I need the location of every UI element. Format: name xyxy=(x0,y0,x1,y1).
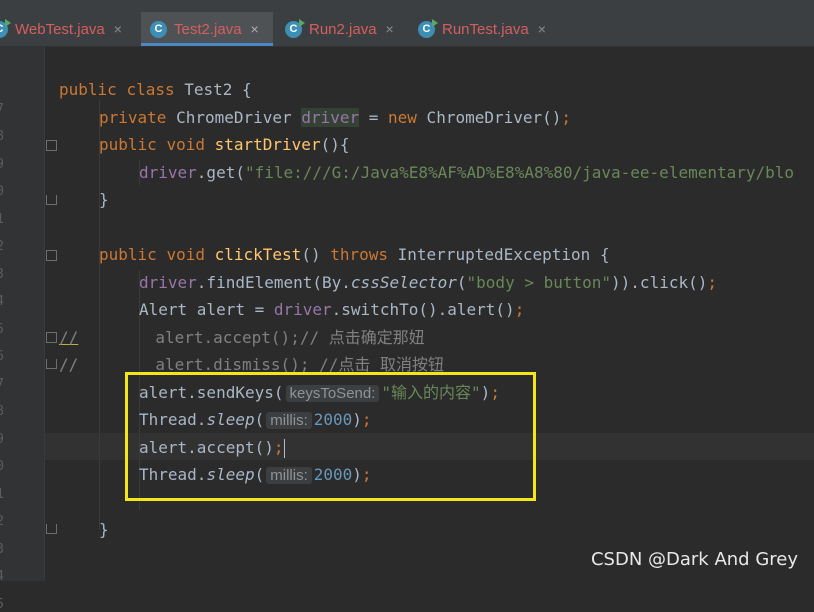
fold-icon[interactable] xyxy=(46,332,57,343)
comment-text: alert.accept();// 点击确定那妞 xyxy=(78,328,425,347)
close-icon[interactable]: × xyxy=(251,21,259,37)
code-line-get[interactable]: driver.get("file:///G:/Java%E8%AF%AD%E8%… xyxy=(139,159,794,186)
keyword: public xyxy=(99,245,157,264)
line-number: 9 xyxy=(0,432,4,447)
fold-end-icon[interactable] xyxy=(46,359,57,369)
line-number: 8 xyxy=(0,129,4,144)
code-line-field[interactable]: private ChromeDriver driver = new Chrome… xyxy=(99,104,571,131)
line-number: 2 xyxy=(0,514,4,529)
string-literal: "body > button" xyxy=(466,273,612,292)
code-text: .get( xyxy=(196,163,245,182)
line-number: 4 xyxy=(0,294,4,309)
gutter-separator xyxy=(44,47,45,581)
code-text: .switchTo().alert() xyxy=(331,300,515,319)
field-ref: driver xyxy=(273,300,332,319)
fold-icon[interactable] xyxy=(46,140,57,151)
close-icon[interactable]: × xyxy=(114,21,122,37)
tab-label: WebTest.java xyxy=(15,20,105,38)
field-ref: driver xyxy=(139,273,197,292)
line-number: 3 xyxy=(0,542,4,557)
code-text: InterruptedException { xyxy=(388,245,610,264)
tab-run2[interactable]: C Run2.java × xyxy=(276,12,406,46)
line-number: 6 xyxy=(0,349,4,364)
tab-label: Test2.java xyxy=(174,20,242,38)
field-ref: driver xyxy=(139,163,197,182)
code-text: ChromeDriver() xyxy=(416,108,562,127)
comment-marker: // xyxy=(59,328,79,347)
line-number: 7 xyxy=(0,377,4,392)
code-text: () xyxy=(301,245,331,264)
code-text: Alert alert = xyxy=(139,300,274,319)
line-number: 2 xyxy=(0,239,4,254)
code-text: (){ xyxy=(320,135,350,154)
run-class-icon: C xyxy=(285,18,305,38)
line-number: 5 xyxy=(0,597,4,612)
code-text: { xyxy=(232,80,252,99)
code-text: } xyxy=(99,190,109,209)
class-icon: C xyxy=(150,20,167,38)
class-name: Test2 xyxy=(184,80,233,99)
line-number: 8 xyxy=(0,404,4,419)
line-number-gutter: 7 8 9 0 1 2 3 4 5 6 7 8 9 0 1 2 3 4 5 xyxy=(0,47,44,612)
keyword: void xyxy=(166,245,205,264)
keyword: private xyxy=(99,108,167,127)
code-line-method2[interactable]: public void clickTest() throws Interrupt… xyxy=(99,241,610,268)
line-number: 3 xyxy=(0,267,4,282)
tab-webtest[interactable]: C WebTest.java × xyxy=(0,12,137,46)
fold-icon[interactable] xyxy=(46,250,57,261)
code-line-close[interactable]: } xyxy=(99,186,109,213)
tab-test2[interactable]: C Test2.java × xyxy=(141,12,273,46)
tab-label: RunTest.java xyxy=(442,20,529,38)
code-text: } xyxy=(99,520,109,539)
type-name: ChromeDriver xyxy=(176,108,292,127)
code-line-alert[interactable]: Alert alert = driver.switchTo().alert(); xyxy=(139,296,524,323)
highlight-box xyxy=(125,372,536,501)
code-line-close[interactable]: } xyxy=(99,516,109,543)
indent-guide xyxy=(99,100,100,530)
keyword: class xyxy=(126,80,175,99)
code-text: = xyxy=(359,108,389,127)
comment-marker: // xyxy=(59,355,79,374)
line-number: 0 xyxy=(0,459,4,474)
line-number: 0 xyxy=(0,184,4,199)
keyword: throws xyxy=(330,245,389,264)
method-name: clickTest xyxy=(214,245,302,264)
close-icon[interactable]: × xyxy=(538,21,546,37)
line-number: 1 xyxy=(0,212,4,227)
fold-end-icon[interactable] xyxy=(46,195,57,205)
run-class-icon: C xyxy=(418,18,438,38)
line-number: 1 xyxy=(0,487,4,502)
keyword: new xyxy=(388,108,417,127)
code-line-find[interactable]: driver.findElement(By.cssSelector("body … xyxy=(139,269,717,296)
line-number: 4 xyxy=(0,569,4,584)
close-icon[interactable]: × xyxy=(386,21,394,37)
string-literal: "file:///G:/Java%E8%AF%AD%E8%A8%80/java-… xyxy=(244,163,795,182)
code-text: .findElement(By. xyxy=(196,273,351,292)
window-top-strip xyxy=(0,0,814,12)
run-class-icon: C xyxy=(0,18,11,38)
method-name: startDriver xyxy=(214,135,321,154)
code-line-method1[interactable]: public void startDriver(){ xyxy=(99,131,349,158)
field-name: driver xyxy=(301,108,360,127)
code-line-class-decl[interactable]: public class Test2 { xyxy=(59,76,252,103)
tab-label: Run2.java xyxy=(309,20,377,38)
line-number: 5 xyxy=(0,322,4,337)
keyword: public xyxy=(59,80,117,99)
editor-tab-bar: C WebTest.java × C Test2.java × C Run2.j… xyxy=(0,12,814,47)
static-method: cssSelector xyxy=(350,273,457,292)
keyword: public xyxy=(99,135,157,154)
watermark: CSDN @Dark And Grey xyxy=(590,549,798,570)
code-text: )).click() xyxy=(611,273,708,292)
line-number: 7 xyxy=(0,102,4,117)
keyword: void xyxy=(166,135,205,154)
tab-runtest[interactable]: C RunTest.java × xyxy=(409,12,559,46)
code-line-comment1[interactable]: // alert.accept();// 点击确定那妞 xyxy=(59,324,425,351)
fold-end-icon[interactable] xyxy=(46,524,57,534)
line-number: 9 xyxy=(0,157,4,172)
